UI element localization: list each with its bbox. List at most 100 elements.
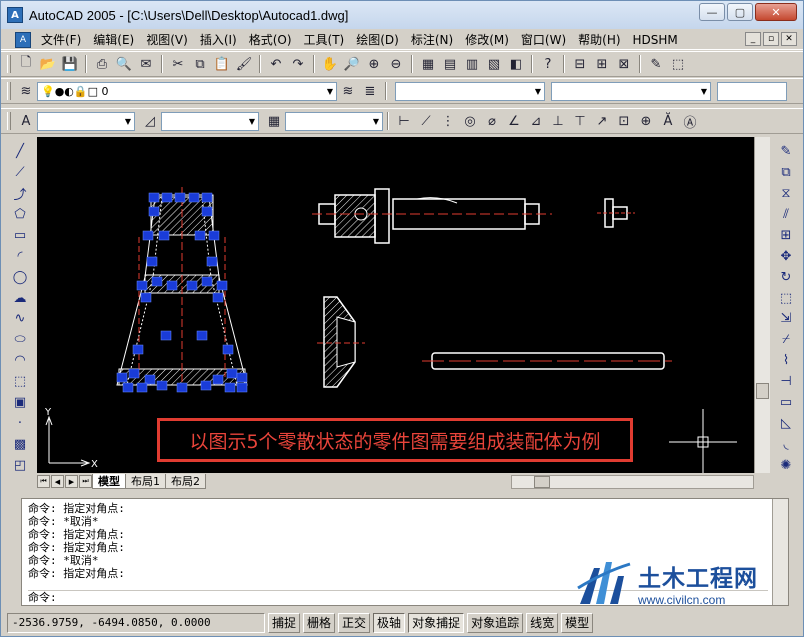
grid-toggle[interactable]: 栅格 bbox=[303, 613, 336, 633]
ellipse-arc-icon[interactable]: ◠ bbox=[9, 350, 31, 371]
help-icon[interactable]: ? bbox=[537, 54, 559, 74]
center-mark-icon[interactable]: ⊕ bbox=[635, 111, 657, 131]
menu-hdshm[interactable]: HDSHM bbox=[627, 30, 684, 50]
close-button[interactable]: ✕ bbox=[755, 3, 797, 21]
otrack-toggle[interactable]: 对象追踪 bbox=[467, 613, 524, 633]
block-tool-icon[interactable]: ⬚ bbox=[667, 54, 689, 74]
linetype-dropdown[interactable]: ▼ bbox=[551, 81, 711, 101]
extend-icon[interactable]: ⌇ bbox=[775, 350, 797, 371]
part-shaft-head[interactable] bbox=[312, 188, 552, 244]
markup-icon[interactable]: ◧ bbox=[505, 54, 527, 74]
match-properties-icon[interactable]: 🖌 bbox=[233, 54, 255, 74]
ellipse-icon[interactable]: ⬭ bbox=[9, 329, 31, 350]
doc-restore-button[interactable]: ▫ bbox=[763, 32, 779, 46]
tab-layout2[interactable]: 布局2 bbox=[165, 474, 206, 489]
polyline-icon[interactable]: ⤴ bbox=[9, 183, 31, 204]
offset-icon[interactable]: ⫽ bbox=[775, 204, 797, 225]
fillet-icon[interactable]: ◟ bbox=[775, 434, 797, 455]
move-icon[interactable]: ✥ bbox=[775, 246, 797, 267]
line-icon[interactable]: ╱ bbox=[9, 141, 31, 162]
zoom-previous-icon[interactable]: ⊖ bbox=[385, 54, 407, 74]
redo-icon[interactable]: ↷ bbox=[287, 54, 309, 74]
text-tool-icon[interactable]: ✎ bbox=[645, 54, 667, 74]
print-icon[interactable]: ⎙ bbox=[91, 54, 113, 74]
menu-format[interactable]: 格式(O) bbox=[243, 30, 298, 50]
circle-icon[interactable]: ◯ bbox=[9, 267, 31, 288]
publish-icon[interactable]: ✉ bbox=[135, 54, 157, 74]
ortho-toggle[interactable]: 正交 bbox=[338, 613, 371, 633]
menu-modify[interactable]: 修改(M) bbox=[459, 30, 515, 50]
lineweight-toggle[interactable]: 线宽 bbox=[526, 613, 559, 633]
vertical-scroll-thumb[interactable] bbox=[756, 383, 769, 399]
menu-help[interactable]: 帮助(H) bbox=[572, 30, 626, 50]
leader-icon[interactable]: ↗ bbox=[591, 111, 613, 131]
horizontal-scrollbar[interactable] bbox=[511, 475, 754, 489]
dim-aligned-icon[interactable]: ⟋ bbox=[415, 111, 437, 131]
undo-icon[interactable]: ↶ bbox=[265, 54, 287, 74]
table-style-dropdown[interactable]: ▼ bbox=[285, 111, 383, 131]
array-icon[interactable]: ⊞ bbox=[775, 225, 797, 246]
stretch-icon[interactable]: ⇲ bbox=[775, 309, 797, 330]
menu-draw[interactable]: 绘图(D) bbox=[350, 30, 405, 50]
tool-palettes-icon[interactable]: ▥ bbox=[461, 54, 483, 74]
tab-last-icon[interactable]: ⏭ bbox=[79, 475, 92, 488]
region-icon[interactable]: ◰ bbox=[9, 455, 31, 476]
break-icon[interactable]: ▭ bbox=[775, 392, 797, 413]
tab-prev-icon[interactable]: ◀ bbox=[51, 475, 64, 488]
construction-line-icon[interactable]: ⟋ bbox=[9, 162, 31, 183]
dim-style-icon[interactable]: ◿ bbox=[139, 111, 161, 131]
autocad-app-icon[interactable]: A bbox=[7, 7, 23, 23]
rotate-icon[interactable]: ↻ bbox=[775, 267, 797, 288]
text-style-icon[interactable]: A bbox=[15, 111, 37, 131]
explode-icon[interactable]: ✺ bbox=[775, 455, 797, 476]
menu-tools[interactable]: 工具(T) bbox=[298, 30, 351, 50]
polar-toggle[interactable]: 极轴 bbox=[373, 613, 406, 633]
hatch-icon[interactable]: ▩ bbox=[9, 434, 31, 455]
layer-dropdown[interactable]: 💡●◐🔒□ 0 ▼ bbox=[37, 81, 337, 101]
layer-previous-icon[interactable]: ≣ bbox=[359, 81, 381, 101]
dim-ordinate-icon[interactable]: ⋮ bbox=[437, 111, 459, 131]
new-file-icon[interactable]: 🗋 bbox=[15, 54, 37, 74]
trim-icon[interactable]: ⌿ bbox=[775, 329, 797, 350]
dim-linear-icon[interactable]: ⊢ bbox=[393, 111, 415, 131]
menu-dimension[interactable]: 标注(N) bbox=[405, 30, 459, 50]
polygon-icon[interactable]: ⬠ bbox=[9, 204, 31, 225]
pan-icon[interactable]: ✋ bbox=[319, 54, 341, 74]
dim-aligned-tool-icon[interactable]: ⊞ bbox=[591, 54, 613, 74]
chamfer-icon[interactable]: ◺ bbox=[775, 413, 797, 434]
dim-baseline-icon[interactable]: ⊥ bbox=[547, 111, 569, 131]
quick-dim-icon[interactable]: ⊿ bbox=[525, 111, 547, 131]
design-center-icon[interactable]: ▤ bbox=[439, 54, 461, 74]
menu-insert[interactable]: 插入(I) bbox=[194, 30, 243, 50]
document-icon[interactable]: A bbox=[15, 31, 31, 48]
cut-icon[interactable]: ✂ bbox=[167, 54, 189, 74]
erase-icon[interactable]: ✎ bbox=[775, 141, 797, 162]
open-file-icon[interactable]: 📂 bbox=[37, 54, 59, 74]
save-icon[interactable]: 💾 bbox=[59, 54, 81, 74]
arc-icon[interactable]: ◜ bbox=[9, 246, 31, 267]
dim-text-edit-icon[interactable]: Ⓐ bbox=[679, 111, 701, 131]
point-icon[interactable]: · bbox=[9, 413, 31, 434]
menu-edit[interactable]: 编辑(E) bbox=[87, 30, 140, 50]
part-long-rod[interactable] bbox=[422, 352, 672, 370]
toolbar-grip[interactable] bbox=[7, 82, 11, 100]
rectangle-icon[interactable]: ▭ bbox=[9, 225, 31, 246]
doc-close-button[interactable]: ✕ bbox=[781, 32, 797, 46]
part-bracket-selected[interactable] bbox=[116, 187, 248, 393]
doc-minimize-button[interactable]: _ bbox=[745, 32, 761, 46]
osnap-toggle[interactable]: 对象捕捉 bbox=[408, 613, 465, 633]
mirror-icon[interactable]: ⧖ bbox=[775, 183, 797, 204]
toolbar-grip[interactable] bbox=[7, 112, 11, 130]
vertical-scrollbar[interactable] bbox=[754, 137, 770, 473]
lineweight-dropdown[interactable] bbox=[717, 81, 787, 101]
print-preview-icon[interactable]: 🔍 bbox=[113, 54, 135, 74]
dim-radius-icon[interactable]: ◎ bbox=[459, 111, 481, 131]
part-small-pin[interactable] bbox=[597, 198, 635, 228]
dim-ordinate-tool-icon[interactable]: ⊠ bbox=[613, 54, 635, 74]
horizontal-scroll-thumb[interactable] bbox=[534, 476, 550, 488]
dim-style-dropdown[interactable]: ▼ bbox=[161, 111, 259, 131]
color-dropdown[interactable]: ▼ bbox=[395, 81, 545, 101]
maximize-button[interactable]: ▢ bbox=[727, 3, 753, 21]
text-style-dropdown[interactable]: ▼ bbox=[37, 111, 135, 131]
break-at-point-icon[interactable]: ⊣ bbox=[775, 371, 797, 392]
